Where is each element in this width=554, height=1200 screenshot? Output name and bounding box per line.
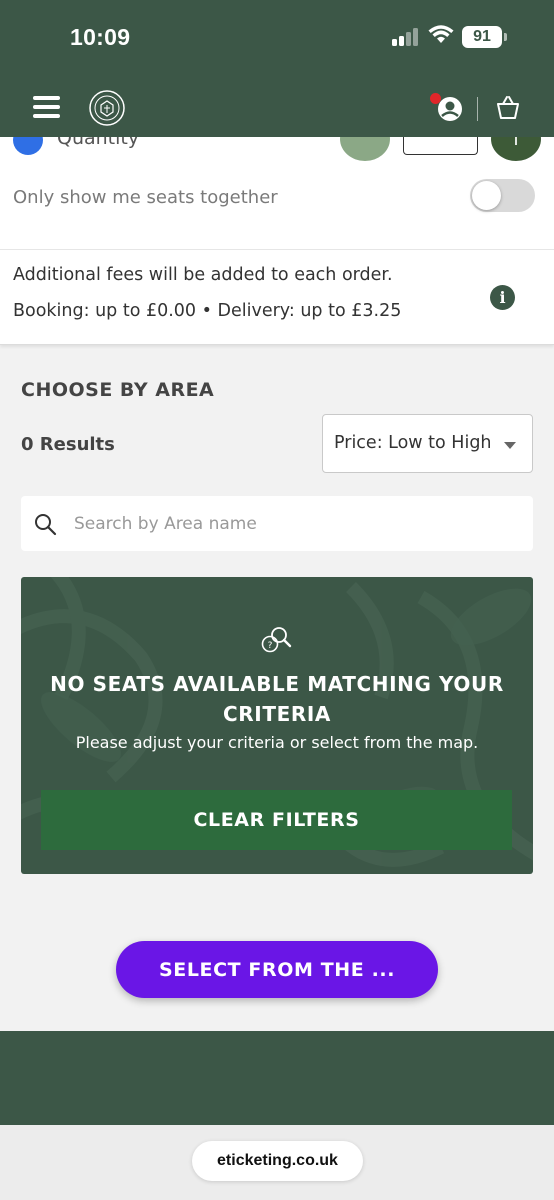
club-crest-icon[interactable] <box>88 87 126 129</box>
empty-state-title: NO SEATS AVAILABLE MATCHING YOUR CRITERI… <box>50 672 504 726</box>
sort-selected-value: Price: Low to High <box>334 433 492 453</box>
svg-text:?: ? <box>268 641 273 651</box>
header-divider <box>477 97 478 121</box>
filter-card: Quantity 1 | Only show me seats together… <box>0 117 554 345</box>
area-search <box>21 496 533 551</box>
toggle-knob <box>472 181 501 210</box>
no-seats-panel: ? NO SEATS AVAILABLE MATCHING YOUR CRITE… <box>21 577 533 874</box>
signal-icon <box>392 28 422 46</box>
info-icon[interactable]: i <box>490 285 515 310</box>
results-count: 0 Results <box>21 434 115 455</box>
basket-icon[interactable] <box>494 94 522 120</box>
status-bar: 10:09 91 <box>0 0 554 75</box>
empty-state-subtitle: Please adjust your criteria or select fr… <box>75 733 479 752</box>
account-icon[interactable] <box>436 95 464 123</box>
browser-bar: eticketing.co.uk <box>0 1125 554 1200</box>
select-from-map-button[interactable]: SELECT FROM THE ... <box>116 941 438 998</box>
site-header <box>0 75 554 137</box>
battery-tip <box>504 33 507 41</box>
chevron-down-icon <box>504 442 516 449</box>
hamburger-icon[interactable] <box>33 96 60 118</box>
search-icon <box>35 514 57 536</box>
search-question-icon: ? <box>261 627 292 653</box>
seats-together-label: Only show me seats together <box>13 187 278 208</box>
url-bar[interactable]: eticketing.co.uk <box>192 1141 363 1181</box>
wifi-icon <box>428 25 454 43</box>
sort-dropdown[interactable]: Price: Low to High <box>322 414 533 473</box>
clear-filters-button[interactable]: CLEAR FILTERS <box>41 790 512 850</box>
battery-icon: 91 <box>462 26 502 48</box>
site-footer <box>0 1031 554 1125</box>
fees-notice: Additional fees will be added to each or… <box>13 265 393 285</box>
fees-breakdown: Booking: up to £0.00 • Delivery: up to £… <box>13 301 402 321</box>
search-input[interactable] <box>74 496 514 551</box>
section-title: CHOOSE BY AREA <box>21 379 215 401</box>
status-time: 10:09 <box>70 24 131 50</box>
divider <box>0 249 554 250</box>
seats-together-toggle[interactable] <box>470 179 535 212</box>
